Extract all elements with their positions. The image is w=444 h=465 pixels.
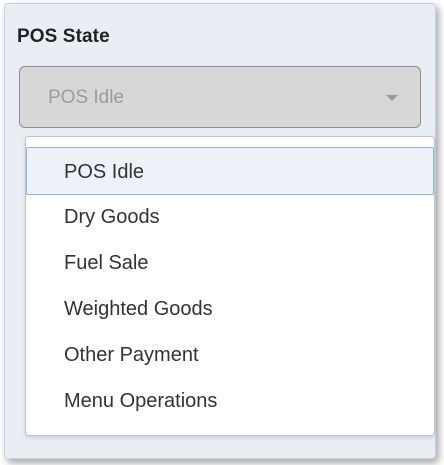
pos-state-select[interactable]: POS Idle [19, 66, 421, 128]
option-pos-idle[interactable]: POS Idle [26, 147, 434, 195]
pos-state-panel: POS State POS Idle POS Idle Dry Goods Fu… [4, 3, 436, 459]
option-other-payment[interactable]: Other Payment [26, 331, 434, 379]
selected-value: POS Idle [48, 87, 125, 108]
option-fuel-sale[interactable]: Fuel Sale [26, 239, 434, 287]
pos-state-dropdown-list: POS Idle Dry Goods Fuel Sale Weighted Go… [25, 136, 435, 436]
chevron-down-icon [386, 95, 398, 101]
option-dry-goods[interactable]: Dry Goods [26, 193, 434, 241]
option-menu-operations[interactable]: Menu Operations [26, 377, 434, 425]
option-weighted-goods[interactable]: Weighted Goods [26, 285, 434, 333]
pos-state-label: POS State [17, 26, 110, 47]
